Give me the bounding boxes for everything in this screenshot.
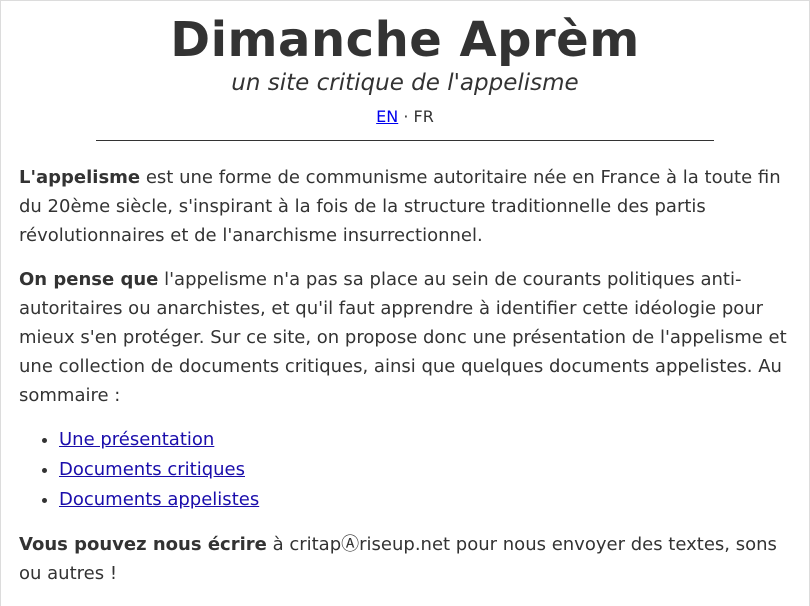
page-frame — [0, 0, 810, 606]
